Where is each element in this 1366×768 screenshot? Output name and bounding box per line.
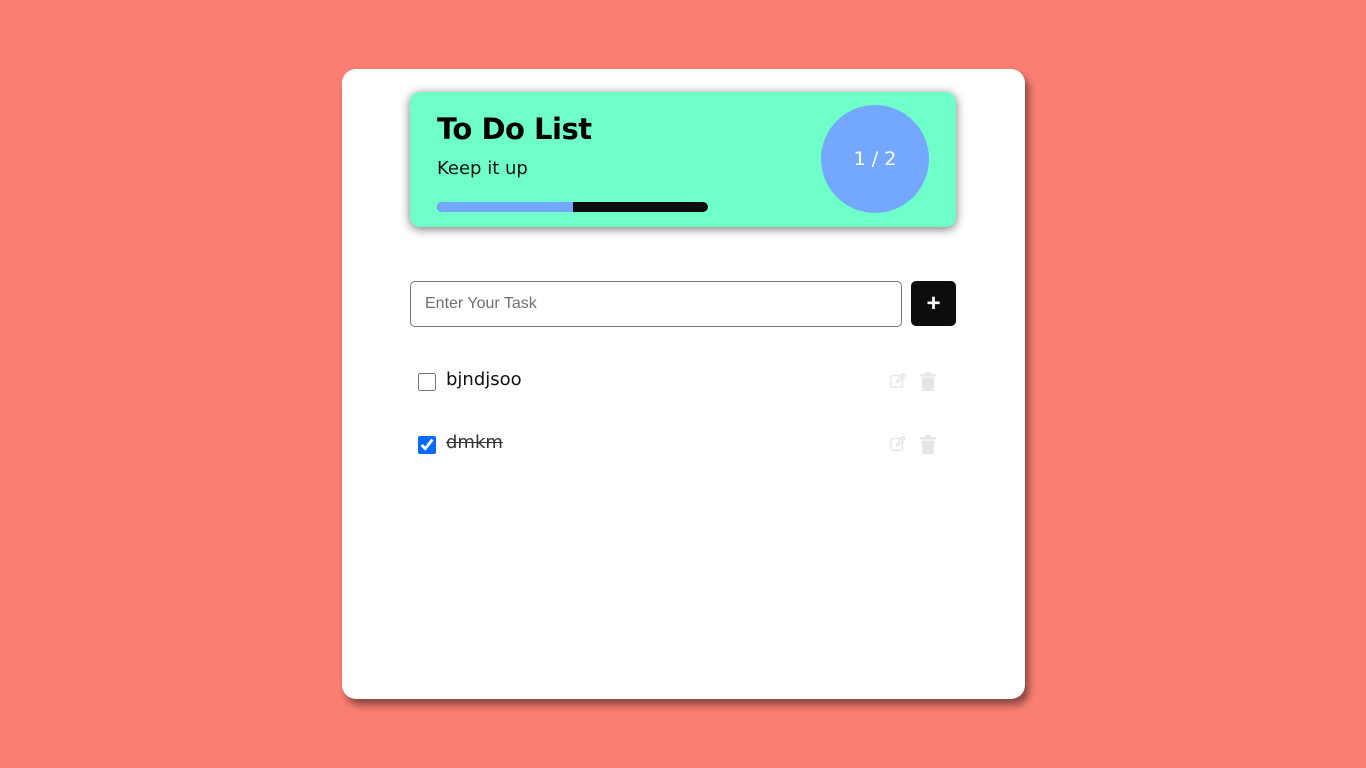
task-item: dmkm [418, 430, 948, 460]
plus-icon: + [926, 289, 941, 317]
add-task-button[interactable]: + [911, 281, 956, 326]
task-checkbox[interactable] [418, 373, 436, 391]
progress-bar [437, 202, 708, 212]
page-title: To Do List [437, 112, 592, 146]
edit-icon[interactable] [888, 371, 908, 391]
task-counter-text: 1 / 2 [853, 148, 897, 170]
progress-fill [437, 202, 573, 212]
subtitle: Keep it up [437, 158, 528, 179]
trash-icon[interactable] [918, 371, 938, 391]
trash-icon[interactable] [918, 434, 938, 454]
todo-card: To Do List Keep it up 1 / 2 + bjndjsoo [342, 69, 1025, 699]
task-text: dmkm [446, 432, 503, 453]
task-checkbox[interactable] [418, 436, 436, 454]
task-text: bjndjsoo [446, 369, 522, 390]
task-input[interactable] [410, 281, 902, 327]
task-counter: 1 / 2 [821, 105, 929, 213]
task-item: bjndjsoo [418, 367, 948, 397]
todo-header: To Do List Keep it up 1 / 2 [410, 92, 956, 227]
edit-icon[interactable] [888, 434, 908, 454]
